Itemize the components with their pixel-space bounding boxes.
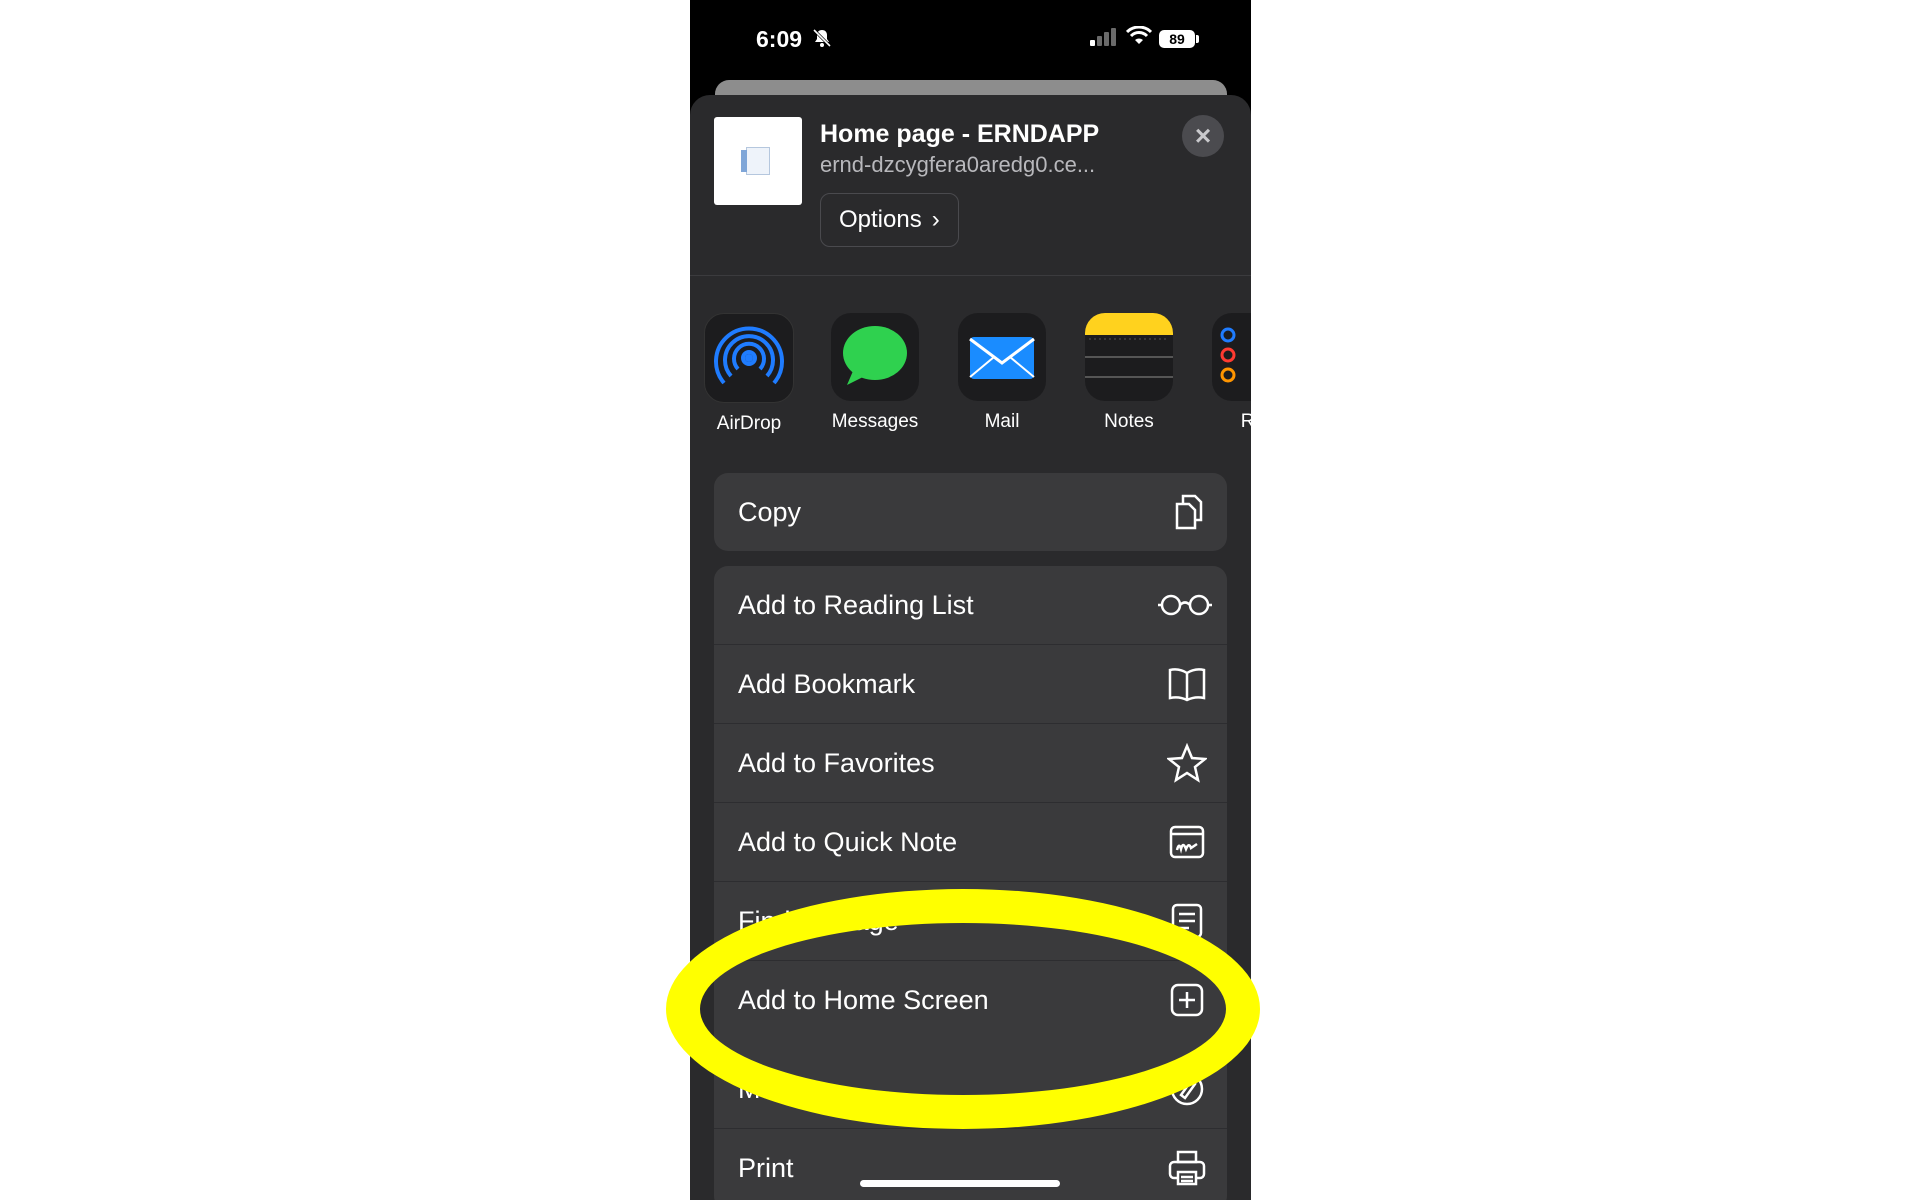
action-label: Add to Favorites bbox=[738, 724, 935, 802]
action-label: Print bbox=[738, 1129, 794, 1200]
glasses-icon bbox=[1157, 585, 1213, 625]
options-label: Options bbox=[839, 193, 922, 247]
status-time: 6:09 bbox=[756, 26, 802, 53]
copy-icon bbox=[1167, 492, 1207, 532]
options-button[interactable]: Options › bbox=[820, 193, 959, 247]
app-label: Rer bbox=[1201, 411, 1251, 433]
app-label: AirDrop bbox=[694, 413, 804, 435]
messages-icon bbox=[831, 313, 919, 401]
app-airdrop[interactable]: AirDrop bbox=[694, 313, 804, 435]
add-to-reading-list-action[interactable]: Add to Reading List bbox=[714, 566, 1227, 645]
home-indicator bbox=[860, 1180, 1060, 1187]
copy-action[interactable]: Copy bbox=[714, 473, 1227, 551]
page-title: Home page - ERNDAPP bbox=[820, 120, 1099, 149]
reminders-icon bbox=[1212, 313, 1251, 401]
action-label: Add Bookmark bbox=[738, 645, 915, 723]
app-share-row: AirDrop Messages Mail Notes bbox=[690, 313, 1251, 443]
copy-group: Copy bbox=[714, 473, 1227, 551]
book-icon bbox=[1167, 664, 1207, 704]
share-sheet-header: Home page - ERNDAPP ernd-dzcygfera0aredg… bbox=[690, 95, 1251, 276]
status-bar: 6:09 89 bbox=[690, 0, 1251, 80]
add-to-favorites-action[interactable]: Add to Favorites bbox=[714, 724, 1227, 803]
highlight-ellipse bbox=[666, 889, 1260, 1129]
battery-tip bbox=[1196, 35, 1199, 43]
close-icon[interactable]: × bbox=[1182, 115, 1224, 157]
quick-note-icon bbox=[1167, 822, 1207, 862]
cellular-signal-icon bbox=[1090, 28, 1118, 51]
app-label: Mail bbox=[947, 411, 1057, 433]
add-bookmark-action[interactable]: Add Bookmark bbox=[714, 645, 1227, 724]
airdrop-icon bbox=[704, 313, 794, 403]
page-url: ernd-dzcygfera0aredg0.ce... bbox=[820, 152, 1095, 178]
add-to-quick-note-action[interactable]: Add to Quick Note bbox=[714, 803, 1227, 882]
print-action[interactable]: Print bbox=[714, 1129, 1227, 1200]
action-label: Copy bbox=[738, 473, 801, 551]
action-label: Add to Reading List bbox=[738, 566, 974, 644]
silent-bell-icon bbox=[812, 28, 832, 53]
page-thumbnail bbox=[714, 117, 802, 205]
notes-icon bbox=[1085, 313, 1173, 401]
chevron-right-icon: › bbox=[932, 193, 940, 247]
app-reminders[interactable]: Rer bbox=[1201, 313, 1251, 433]
mail-icon bbox=[958, 313, 1046, 401]
star-icon bbox=[1167, 743, 1207, 783]
wifi-icon bbox=[1126, 26, 1152, 51]
printer-icon bbox=[1167, 1148, 1207, 1188]
app-messages[interactable]: Messages bbox=[820, 313, 930, 433]
app-label: Messages bbox=[820, 411, 930, 433]
app-notes[interactable]: Notes bbox=[1074, 313, 1184, 433]
document-icon bbox=[746, 147, 770, 175]
app-mail[interactable]: Mail bbox=[947, 313, 1057, 433]
app-label: Notes bbox=[1074, 411, 1184, 433]
battery-level: 89 bbox=[1159, 30, 1195, 48]
action-label: Add to Quick Note bbox=[738, 803, 957, 881]
